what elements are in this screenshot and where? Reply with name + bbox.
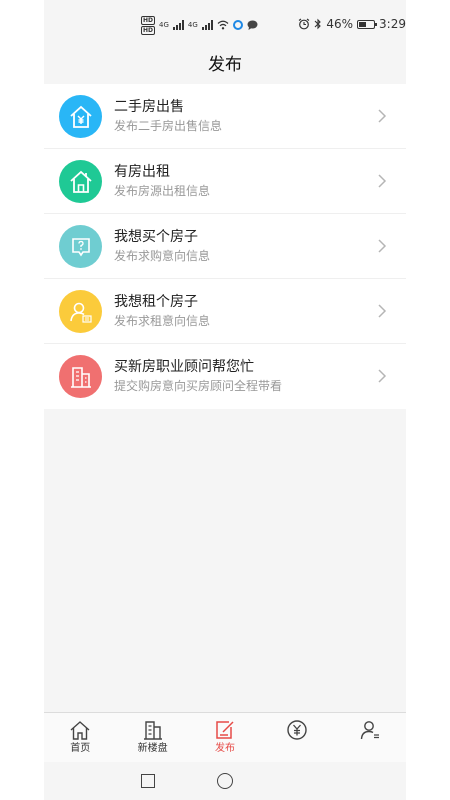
chevron-right-icon	[378, 174, 387, 188]
battery-percent: 46%	[326, 17, 354, 31]
tab-profile[interactable]	[334, 713, 406, 762]
phone-screen: HD HD 4G 4G 46% 3:29 发布 二手房出售 发布二手房出售信息 …	[44, 0, 406, 800]
menu-item-want-to-rent[interactable]: 我想租个房子 发布求租意向信息	[44, 279, 406, 344]
wifi-icon	[217, 20, 229, 30]
tab-label: 首页	[70, 743, 91, 754]
menu-item-subtitle: 发布二手房出售信息	[114, 119, 223, 133]
page-title-text: 发布	[208, 54, 242, 75]
bottom-tab-bar: 首页 新楼盘 发布	[44, 712, 406, 762]
menu-item-title: 我想租个房子	[114, 294, 198, 310]
menu-item-want-to-buy[interactable]: 我想买个房子 发布求购意向信息	[44, 214, 406, 279]
yuan-circle-icon	[287, 720, 308, 740]
chevron-right-icon	[378, 109, 387, 123]
battery-icon	[357, 19, 378, 29]
publish-menu-list: 二手房出售 发布二手房出售信息 有房出租 发布房源出租信息 我想买个房子 发布求…	[44, 84, 406, 409]
menu-item-text: 二手房出售 发布二手房出售信息	[114, 98, 222, 135]
recent-apps-button[interactable]	[141, 774, 155, 788]
menu-item-new-home-advisor[interactable]: 买新房职业顾问帮您忙 提交购房意向买房顾问全程带看	[44, 344, 406, 409]
user-icon	[360, 721, 379, 740]
page-title: 发布	[44, 42, 406, 82]
hd-badge: HD	[141, 25, 156, 35]
tab-home[interactable]: 首页	[44, 713, 116, 762]
chevron-right-icon	[378, 239, 387, 253]
house-yuan-icon	[59, 95, 102, 138]
tab-new-buildings[interactable]: 新楼盘	[116, 713, 188, 762]
alarm-icon	[299, 18, 310, 30]
house-icon	[59, 160, 102, 203]
menu-item-subtitle: 发布房源出租信息	[114, 184, 211, 198]
building-icon	[59, 355, 102, 398]
tab-finance[interactable]	[261, 713, 333, 762]
system-nav-bar	[44, 762, 406, 800]
menu-item-title: 我想买个房子	[114, 229, 198, 245]
question-bubble-icon	[59, 225, 102, 268]
menu-item-subtitle: 发布求租意向信息	[114, 314, 211, 328]
status-left: HD HD 4G 4G	[141, 14, 258, 36]
menu-item-subtitle: 发布求购意向信息	[114, 249, 211, 263]
clock: 3:29	[379, 17, 406, 31]
home-icon	[70, 721, 90, 740]
menu-item-title: 有房出租	[114, 164, 170, 180]
app-notification-icon	[232, 20, 243, 30]
chevron-right-icon	[378, 304, 387, 318]
menu-item-text: 我想买个房子 发布求购意向信息	[114, 228, 210, 265]
chevron-right-icon	[378, 369, 387, 383]
tab-label: 新楼盘	[137, 743, 168, 754]
menu-item-text: 买新房职业顾问帮您忙 提交购房意向买房顾问全程带看	[114, 358, 282, 395]
edit-icon	[216, 721, 234, 739]
signal-icon	[172, 20, 184, 30]
menu-item-title: 买新房职业顾问帮您忙	[114, 359, 254, 375]
menu-item-title: 二手房出售	[114, 99, 184, 115]
tab-publish[interactable]: 发布	[189, 713, 261, 762]
menu-item-text: 我想租个房子 发布求租意向信息	[114, 293, 210, 330]
tab-label: 发布	[215, 743, 236, 754]
network-type: 4G	[159, 21, 169, 29]
menu-item-rent-out[interactable]: 有房出租 发布房源出租信息	[44, 149, 406, 214]
status-right: 46% 3:29	[298, 17, 406, 31]
message-icon	[247, 20, 258, 30]
menu-item-subtitle: 提交购房意向买房顾问全程带看	[114, 379, 283, 393]
bluetooth-icon	[314, 18, 322, 30]
home-button[interactable]	[217, 773, 233, 789]
hd-indicators: HD HD	[141, 15, 156, 35]
person-rent-icon	[59, 290, 102, 333]
network-type: 4G	[187, 21, 198, 29]
signal-icon	[201, 20, 213, 30]
hd-badge: HD	[141, 15, 156, 25]
menu-item-text: 有房出租 发布房源出租信息	[114, 163, 210, 200]
menu-item-sell-second-hand[interactable]: 二手房出售 发布二手房出售信息	[44, 84, 406, 149]
building-icon	[143, 721, 162, 740]
